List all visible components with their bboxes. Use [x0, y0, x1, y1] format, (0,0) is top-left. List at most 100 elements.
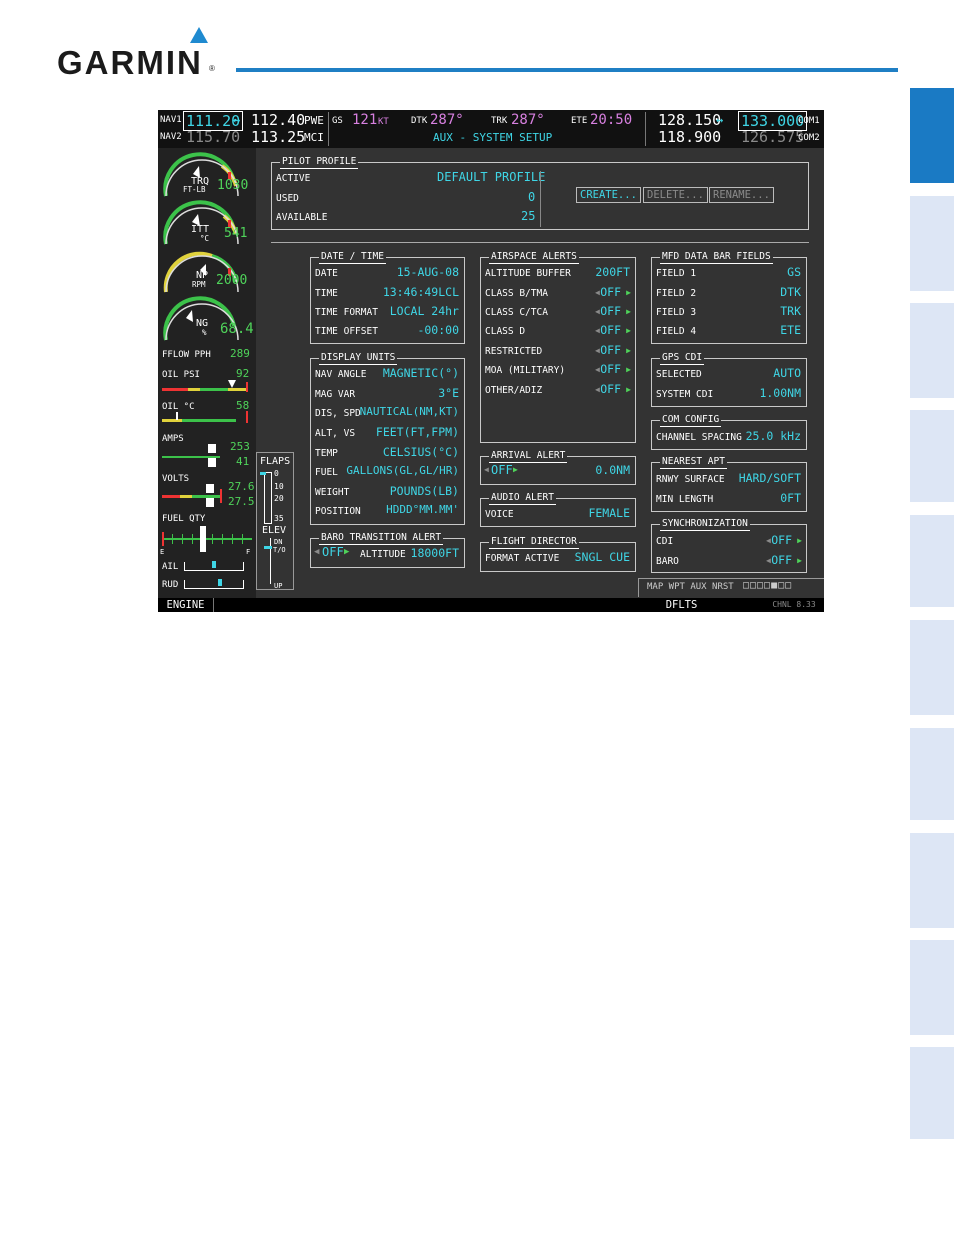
- section-tab-8[interactable]: [910, 833, 954, 928]
- softkey-9[interactable]: [599, 598, 655, 612]
- section-tab-2[interactable]: [910, 196, 954, 291]
- sync-cdi-label: CDI: [656, 536, 674, 547]
- field-3-value[interactable]: TRK: [780, 304, 801, 318]
- softkey-7[interactable]: [489, 598, 545, 612]
- restricted-left-arrow-icon[interactable]: ◀: [595, 346, 600, 355]
- class-b-left-arrow-icon[interactable]: ◀: [595, 288, 600, 297]
- amps-bar: [162, 444, 220, 467]
- rnwy-surface-value[interactable]: HARD/SOFT: [739, 471, 801, 485]
- class-c-value[interactable]: OFF: [600, 304, 621, 318]
- delete-profile-button[interactable]: DELETE...: [643, 187, 708, 203]
- moa-right-arrow-icon[interactable]: ▶: [626, 365, 631, 374]
- softkey-4[interactable]: [324, 598, 380, 612]
- section-tab-9[interactable]: [910, 940, 954, 1035]
- field-4-value[interactable]: ETE: [780, 323, 801, 337]
- fuel-value[interactable]: GALLONS(GL,GL/HR): [346, 464, 459, 477]
- section-tab-4[interactable]: [910, 410, 954, 502]
- com2-active-freq[interactable]: 118.900: [658, 128, 721, 146]
- sync-baro-left-arrow-icon[interactable]: ◀: [766, 556, 771, 565]
- softkey-3[interactable]: [269, 598, 325, 612]
- sync-cdi-value[interactable]: OFF: [771, 533, 792, 547]
- baro-transition-state[interactable]: OFF: [322, 545, 344, 559]
- nav1-label: NAV1: [160, 115, 182, 125]
- arrival-alert-left-arrow-icon[interactable]: ◀: [484, 465, 489, 474]
- other-adiz-left-arrow-icon[interactable]: ◀: [595, 385, 600, 394]
- com-config-panel: COM CONFIG CHANNEL SPACING 25.0 kHz: [651, 414, 807, 450]
- moa-value[interactable]: OFF: [600, 362, 621, 376]
- trk-label: TRK: [491, 116, 508, 126]
- channel-spacing-value[interactable]: 25.0 kHz: [746, 429, 801, 443]
- min-length-value[interactable]: 0FT: [780, 491, 801, 505]
- softkey-11[interactable]: [709, 598, 765, 612]
- softkey-channel[interactable]: CHNL 8.33: [764, 598, 824, 612]
- date-value[interactable]: 15-AUG-08: [397, 265, 459, 279]
- baro-transition-altitude-value[interactable]: 18000FT: [411, 546, 459, 560]
- create-profile-button[interactable]: CREATE...: [576, 187, 641, 203]
- restricted-right-arrow-icon[interactable]: ▶: [626, 346, 631, 355]
- softkey-dflts[interactable]: DFLTS: [654, 598, 710, 612]
- section-tab-1[interactable]: [910, 88, 954, 183]
- section-tab-7[interactable]: [910, 728, 954, 820]
- com1-active-freq[interactable]: 128.150: [658, 111, 721, 129]
- voice-value[interactable]: FEMALE: [588, 506, 630, 520]
- class-c-left-arrow-icon[interactable]: ◀: [595, 307, 600, 316]
- class-b-value[interactable]: OFF: [600, 285, 621, 299]
- itt-unit: °C: [200, 234, 210, 243]
- rename-profile-button[interactable]: RENAME...: [709, 187, 774, 203]
- other-adiz-right-arrow-icon[interactable]: ▶: [626, 385, 631, 394]
- elev-label: ELEV: [262, 525, 287, 536]
- sync-baro-value[interactable]: OFF: [771, 553, 792, 567]
- moa-left-arrow-icon[interactable]: ◀: [595, 365, 600, 374]
- softkey-5[interactable]: [379, 598, 435, 612]
- weight-value[interactable]: POUNDS(LB): [390, 484, 459, 498]
- softkey-engine[interactable]: ENGINE: [158, 598, 214, 612]
- gps-cdi-selected-value[interactable]: AUTO: [773, 366, 801, 380]
- sync-cdi-left-arrow-icon[interactable]: ◀: [766, 536, 771, 545]
- time-label: TIME: [315, 288, 338, 299]
- field-2-value[interactable]: DTK: [780, 285, 801, 299]
- registered-mark: ®: [209, 64, 215, 73]
- softkey-8[interactable]: [544, 598, 600, 612]
- class-d-left-arrow-icon[interactable]: ◀: [595, 326, 600, 335]
- altitude-buffer-value[interactable]: 200FT: [595, 265, 630, 279]
- arrival-alert-right-arrow-icon[interactable]: ▶: [513, 465, 518, 474]
- dis-spd-value[interactable]: NAUTICAL(NM,KT): [360, 405, 459, 418]
- arrival-alert-state[interactable]: OFF: [491, 463, 513, 477]
- softkey-2[interactable]: [214, 598, 270, 612]
- com2-standby-freq[interactable]: 126.575: [741, 128, 804, 146]
- nav2-active-freq[interactable]: 115.70: [186, 128, 240, 146]
- section-tab-5[interactable]: [910, 515, 954, 607]
- format-active-value[interactable]: SNGL CUE: [575, 550, 630, 564]
- class-c-right-arrow-icon[interactable]: ▶: [626, 307, 631, 316]
- nav-angle-value[interactable]: MAGNETIC(°): [383, 366, 459, 380]
- class-b-right-arrow-icon[interactable]: ▶: [626, 288, 631, 297]
- sync-baro-right-arrow-icon[interactable]: ▶: [797, 556, 802, 565]
- section-tab-10[interactable]: [910, 1047, 954, 1139]
- arrival-alert-distance[interactable]: 0.0NM: [595, 463, 630, 477]
- sync-cdi-right-arrow-icon[interactable]: ▶: [797, 536, 802, 545]
- time-format-value[interactable]: LOCAL 24hr: [390, 304, 459, 318]
- weight-label: WEIGHT: [315, 487, 350, 498]
- pilot-profile-active-value[interactable]: DEFAULT PROFILE: [437, 170, 545, 184]
- nav1-swap-icon[interactable]: ↔: [233, 113, 240, 127]
- other-adiz-value[interactable]: OFF: [600, 382, 621, 396]
- section-tab-3[interactable]: [910, 303, 954, 398]
- restricted-value[interactable]: OFF: [600, 343, 621, 357]
- nav1-standby-freq[interactable]: 112.40: [251, 111, 305, 129]
- baro-transition-left-arrow-icon[interactable]: ◀: [314, 547, 319, 557]
- navigation-status-bar: NAV1 111.20 ↔ 112.40 PWE NAV2 115.70 113…: [158, 110, 824, 148]
- alt-vs-value[interactable]: FEET(FT,FPM): [376, 425, 459, 439]
- baro-transition-right-arrow-icon[interactable]: ▶: [344, 547, 349, 557]
- class-d-right-arrow-icon[interactable]: ▶: [626, 326, 631, 335]
- ete-label: ETE: [571, 116, 588, 126]
- time-offset-value[interactable]: -00:00: [417, 323, 459, 337]
- softkey-6[interactable]: [434, 598, 490, 612]
- section-tab-6[interactable]: [910, 620, 954, 715]
- position-value[interactable]: HDDD°MM.MM': [386, 503, 459, 516]
- field-1-value[interactable]: GS: [787, 265, 801, 279]
- nav2-standby-freq[interactable]: 113.25: [251, 128, 305, 146]
- class-d-value[interactable]: OFF: [600, 323, 621, 337]
- com-swap-icon[interactable]: ↔: [716, 113, 723, 127]
- temp-value[interactable]: CELSIUS(°C): [383, 445, 459, 459]
- amps-label: AMPS: [162, 434, 184, 444]
